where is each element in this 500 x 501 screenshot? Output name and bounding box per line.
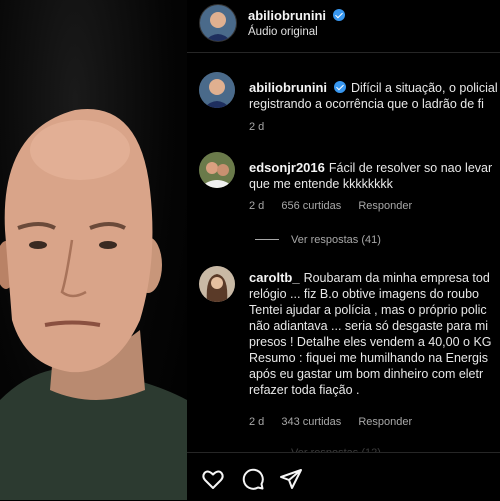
comment-text: caroltb_ Roubaram da minha empresa tod re…	[249, 270, 500, 398]
comment-icon[interactable]	[241, 467, 265, 491]
avatar-image	[199, 72, 235, 108]
comment-avatar[interactable]	[199, 152, 235, 188]
comment-time: 2 d	[249, 200, 265, 212]
comment-meta: 2 d 343 curtidas Responder	[249, 416, 426, 428]
comment-avatar[interactable]	[199, 72, 235, 108]
comment-line: que me entende kkkkkkkk	[249, 177, 393, 191]
comment-line: Difícil a situação, o policial	[351, 81, 498, 95]
reply-button[interactable]: Responder	[358, 200, 412, 212]
avatar-image	[200, 5, 236, 41]
comment-line: Roubaram da minha empresa tod	[303, 271, 490, 285]
comment-text: edsonjr2016 Fácil de resolver so nao leva…	[249, 160, 500, 192]
header-divider	[187, 52, 500, 53]
share-icon[interactable]	[279, 467, 303, 491]
comment-line: Tentei ajudar a polícia , mas o próprio …	[249, 303, 487, 317]
video-player[interactable]	[0, 0, 187, 500]
comment-avatar[interactable]	[199, 266, 235, 302]
verified-icon	[334, 81, 346, 93]
comment-username[interactable]: edsonjr2016	[249, 160, 325, 175]
comment-line: não adiantava ... seria só desgaste para…	[249, 319, 489, 333]
replies-line	[255, 239, 279, 240]
avatar-image	[199, 152, 235, 188]
comment-line: após eu gastar um bom dinheiro com eletr	[249, 367, 484, 381]
comment-time: 2 d	[249, 121, 265, 133]
header-username-row[interactable]: abiliobrunini	[248, 7, 346, 25]
action-bar	[187, 452, 500, 501]
comment-username[interactable]: abiliobrunini	[249, 80, 327, 95]
heart-icon[interactable]	[201, 467, 225, 491]
comment-text: abiliobrunini Difícil a situação, o polic…	[249, 80, 500, 112]
comment-line: registrando a ocorrência que o ladrão de…	[249, 97, 484, 111]
comment-line: Resumo : fiquei me humilhando na Energis	[249, 351, 489, 365]
likes-count[interactable]: 656 curtidas	[281, 200, 341, 212]
comment-username[interactable]: caroltb_	[249, 270, 300, 285]
comment-line: relógio ... fiz B.o obtive imagens do ro…	[249, 287, 479, 301]
view-replies-button[interactable]: Ver respostas (41)	[255, 234, 381, 246]
person-in-video	[0, 109, 187, 500]
comment-meta: 2 d 656 curtidas Responder	[249, 200, 426, 212]
likes-count[interactable]: 343 curtidas	[281, 416, 341, 428]
audio-label[interactable]: Áudio original	[248, 26, 318, 38]
comment-meta: 2 d	[249, 121, 278, 133]
comment-time: 2 d	[249, 416, 265, 428]
comment-line: refazer toda fiação .	[249, 383, 360, 397]
avatar-image	[199, 266, 235, 302]
verified-icon	[333, 9, 346, 21]
reply-button[interactable]: Responder	[358, 416, 412, 428]
comment-line: presos ! Detalhe eles vendem a 40,00 o K…	[249, 335, 492, 349]
profile-avatar[interactable]	[199, 4, 237, 42]
comment-line: Fácil de resolver so nao levar	[328, 161, 493, 175]
view-replies-label[interactable]: Ver respostas (41)	[291, 234, 381, 246]
header-username[interactable]: abiliobrunini	[248, 8, 326, 23]
